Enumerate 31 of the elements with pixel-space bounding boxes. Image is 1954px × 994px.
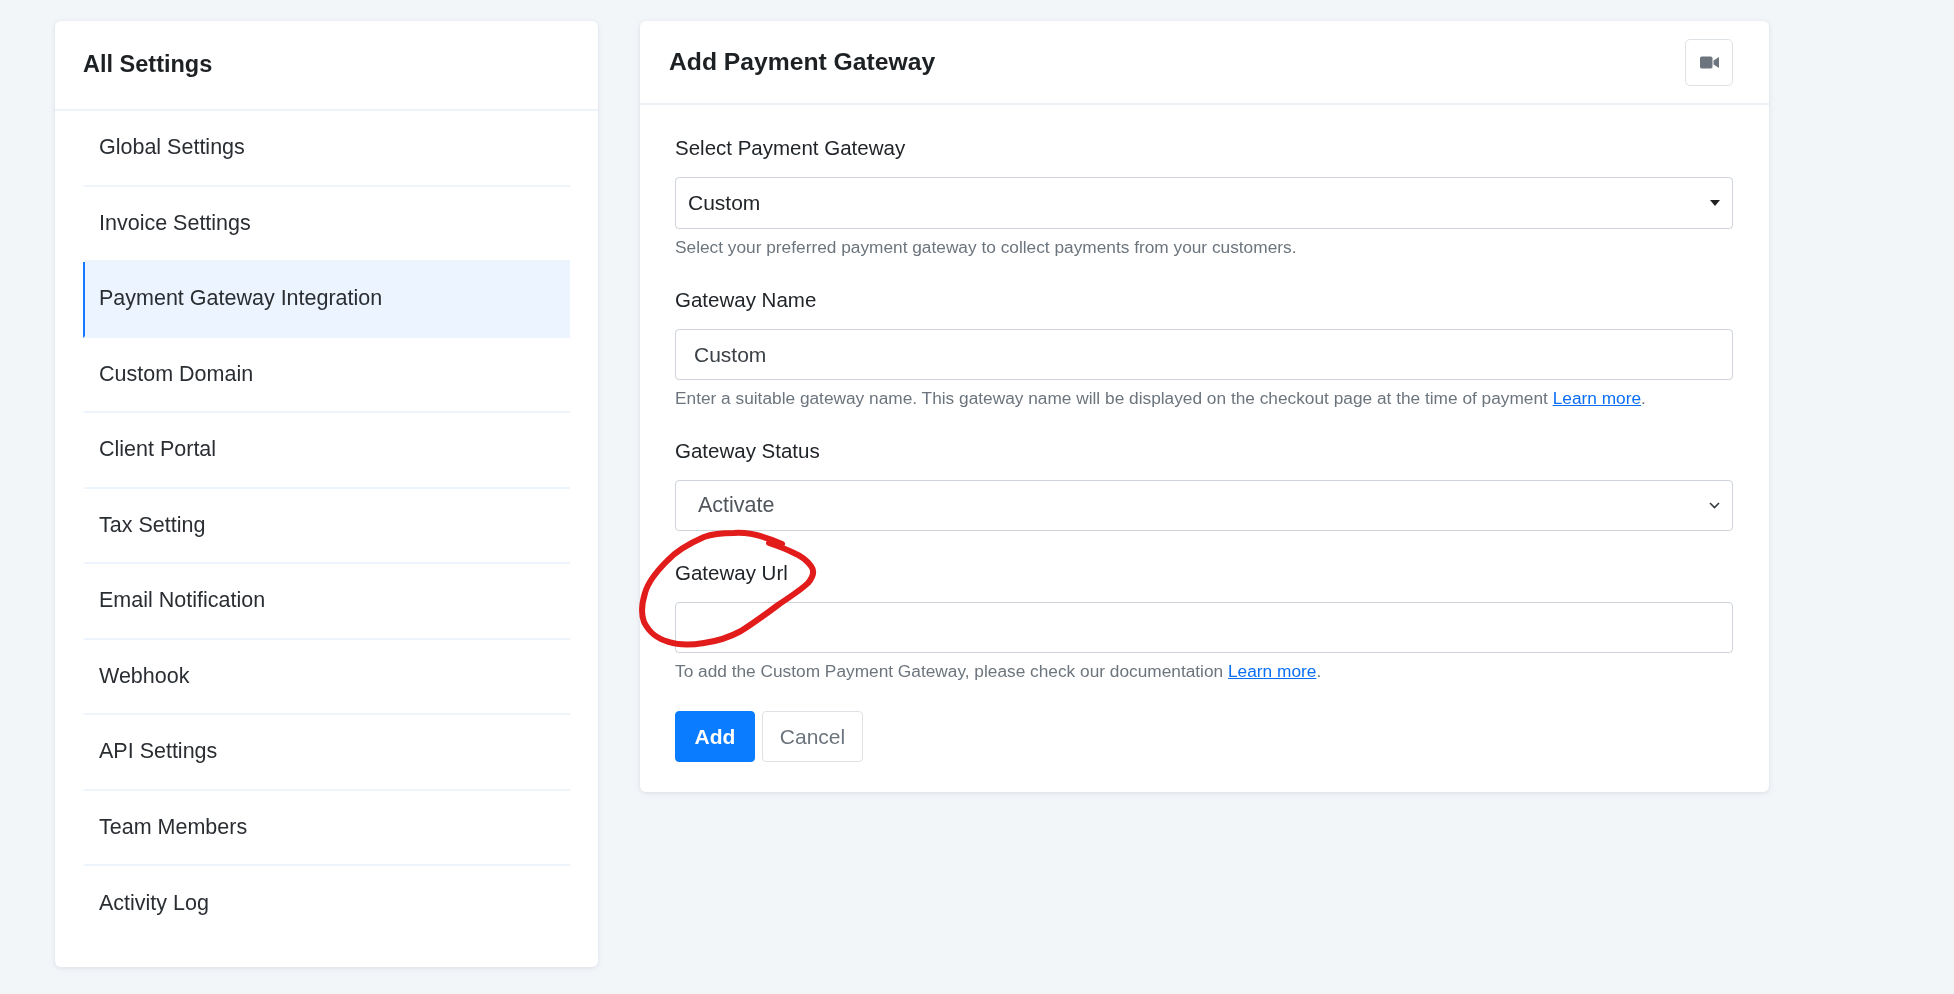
help-text: Enter a suitable gateway name. This gateway name will be displayed on the checkout page at the time of payment Learn more.: [675, 388, 1647, 409]
sidebar-item[interactable]: Payment Gateway Integration: [83, 262, 570, 338]
sidebar-item[interactable]: Custom Domain: [83, 337, 570, 413]
settings-title: All Settings: [83, 50, 213, 79]
sidebar-item[interactable]: Email Notification: [83, 564, 570, 640]
video-camera-icon: [1699, 56, 1719, 69]
caret-icon: [1710, 200, 1720, 206]
field-label: Gateway Status: [675, 439, 821, 463]
add-button[interactable]: Add: [675, 711, 755, 762]
chevron-down-icon: [1709, 502, 1720, 509]
learn-more-link[interactable]: Learn more: [1228, 661, 1317, 681]
sidebar-item[interactable]: Global Settings: [83, 111, 570, 187]
sidebar-item[interactable]: Webhook: [83, 639, 570, 715]
learn-more-link[interactable]: Learn more: [1552, 388, 1642, 408]
help-text: To add the Custom Payment Gateway, please check our documentation Learn more.: [675, 661, 1323, 682]
select-field[interactable]: Activate: [675, 480, 1733, 531]
sidebar-item[interactable]: Tax Setting: [83, 488, 570, 564]
video-button[interactable]: [1685, 39, 1733, 86]
field-label: Gateway Url: [675, 561, 789, 585]
sidebar-item[interactable]: Activity Log: [83, 866, 570, 942]
field-label: Select Payment Gateway: [675, 136, 907, 160]
sidebar-item[interactable]: Client Portal: [83, 413, 570, 489]
field-label: Gateway Name: [675, 288, 818, 312]
help-text: Select your preferred payment gateway to collect payments from your customers.: [675, 237, 1298, 258]
text-field[interactable]: [675, 602, 1733, 653]
sidebar-item[interactable]: Team Members: [83, 790, 570, 866]
text-field[interactable]: Custom: [675, 329, 1733, 380]
form-title: Add Payment Gateway: [669, 48, 936, 76]
select-field[interactable]: Custom: [675, 177, 1733, 229]
sidebar-item[interactable]: API Settings: [83, 715, 570, 791]
cancel-button[interactable]: Cancel: [762, 711, 863, 762]
